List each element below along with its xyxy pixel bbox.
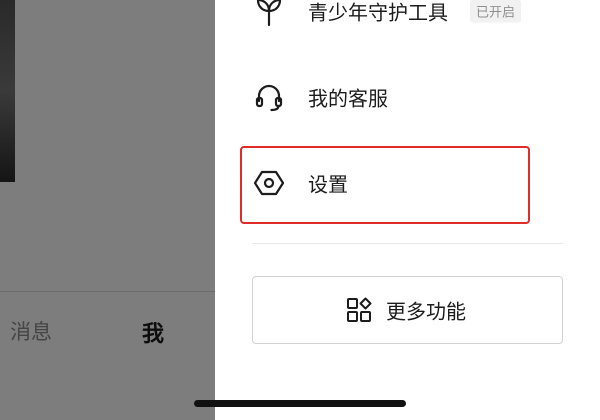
divider [252, 243, 563, 244]
settings-highlight-box [240, 146, 530, 224]
dimmed-background-page[interactable]: 消息 我 [0, 0, 215, 420]
tab-messages[interactable]: 消息 [10, 316, 52, 346]
menu-item-label: 青少年守护工具 [308, 0, 448, 25]
more-features-button[interactable]: 更多功能 [252, 276, 563, 344]
profile-photo-edge [0, 0, 15, 182]
menu-item-customer-service[interactable]: 我的客服 [215, 72, 600, 122]
menu-item-youth-protection[interactable]: 青少年守护工具 已开启 [215, 0, 600, 36]
tab-me[interactable]: 我 [142, 316, 164, 348]
status-badge: 已开启 [470, 0, 522, 23]
sprout-icon [253, 0, 285, 27]
menu-item-label: 我的客服 [308, 86, 388, 111]
tab-bar-divider [0, 291, 215, 292]
side-drawer: 青少年守护工具 已开启 我的客服 设置 更多功能 [215, 0, 600, 420]
apps-grid-icon [346, 297, 372, 323]
headset-icon [253, 81, 285, 113]
more-features-label: 更多功能 [386, 299, 466, 324]
home-indicator[interactable] [194, 400, 406, 407]
